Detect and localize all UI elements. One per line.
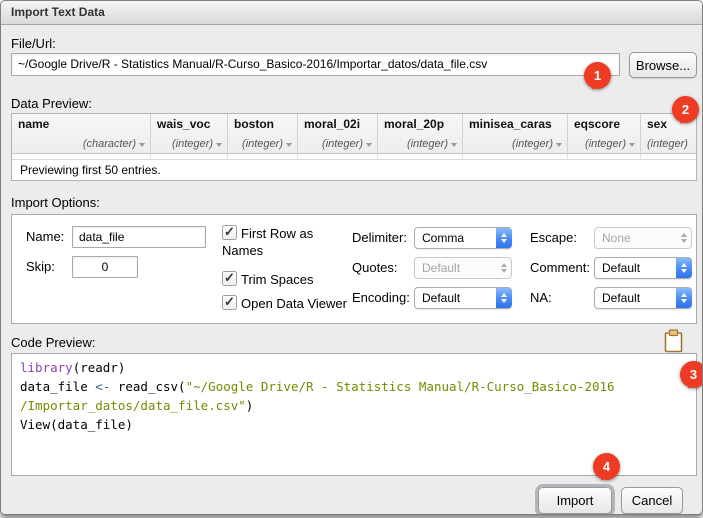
checkbox-first-row-as-names[interactable]: First Row as Names — [222, 223, 342, 259]
column-type-caret-icon[interactable] — [451, 143, 457, 147]
na-select[interactable]: Default — [594, 287, 692, 309]
column-type-caret-icon[interactable] — [556, 143, 562, 147]
code-line: library(readr) — [20, 360, 126, 375]
column-header-moral-20p[interactable]: moral_20p (integer) — [378, 114, 463, 153]
annotation-badge-1: 1 — [584, 62, 611, 89]
na-label: NA: — [530, 290, 552, 305]
select-stepper-icon — [676, 288, 692, 308]
select-stepper-icon — [496, 228, 512, 248]
encoding-label: Encoding: — [352, 290, 410, 305]
select-stepper-icon — [676, 258, 692, 278]
column-type-caret-icon[interactable] — [366, 143, 372, 147]
delimiter-select[interactable]: Comma — [414, 227, 512, 249]
escape-select[interactable]: None — [594, 227, 692, 249]
comment-select[interactable]: Default — [594, 257, 692, 279]
escape-label: Escape: — [530, 230, 577, 245]
checkbox-box[interactable] — [222, 269, 237, 286]
name-label: Name: — [26, 229, 65, 244]
skip-label: Skip: — [26, 259, 55, 274]
checkbox-box[interactable] — [222, 293, 237, 310]
code-line: /Importar_datos/data_file.csv") — [20, 398, 254, 413]
column-header-boston[interactable]: boston (integer) — [228, 114, 298, 153]
select-stepper-icon — [496, 288, 512, 308]
code-line: data_file <- read_csv("~/Google Drive/R … — [20, 379, 615, 394]
browse-button[interactable]: Browse... — [629, 52, 697, 78]
annotation-badge-2: 2 — [672, 96, 699, 123]
import-options-label: Import Options: — [11, 195, 100, 210]
column-header-wais-voc[interactable]: wais_voc (integer) — [151, 114, 228, 153]
select-stepper-icon — [496, 258, 512, 278]
code-line: View(data_file) — [20, 417, 133, 432]
annotation-badge-4: 4 — [593, 453, 620, 480]
import-button[interactable]: Import — [538, 487, 612, 514]
encoding-select[interactable]: Default — [414, 287, 512, 309]
column-type-caret-icon[interactable] — [216, 143, 222, 147]
data-preview-label: Data Preview: — [11, 96, 92, 111]
quotes-label: Quotes: — [352, 260, 398, 275]
preview-status-text: Previewing first 50 entries. — [12, 160, 696, 180]
titlebar: Import Text Data — [1, 1, 702, 25]
checkbox-open-data-viewer[interactable]: Open Data Viewer — [222, 293, 372, 312]
select-stepper-icon — [676, 228, 692, 248]
dialog-title: Import Text Data — [11, 5, 105, 19]
checkbox-box[interactable] — [222, 223, 237, 240]
name-input[interactable]: data_file — [72, 226, 206, 248]
data-preview-table: name (character) wais_voc (integer) bost… — [11, 113, 697, 181]
column-type-caret-icon[interactable] — [139, 143, 145, 147]
column-header-moral-02i[interactable]: moral_02i (integer) — [298, 114, 378, 153]
delimiter-label: Delimiter: — [352, 230, 407, 245]
column-type-caret-icon[interactable] — [286, 143, 292, 147]
table-header-row: name (character) wais_voc (integer) bost… — [12, 114, 696, 154]
file-url-input[interactable]: ~/Google Drive/R - Statistics Manual/R-C… — [11, 53, 620, 76]
comment-label: Comment: — [530, 260, 590, 275]
quotes-select[interactable]: Default — [414, 257, 512, 279]
column-header-name[interactable]: name (character) — [12, 114, 151, 153]
annotation-badge-3: 3 — [680, 361, 702, 388]
skip-input[interactable]: 0 — [72, 256, 138, 278]
import-text-data-dialog: Import Text Data File/Url: ~/Google Driv… — [0, 0, 703, 515]
file-url-label: File/Url: — [11, 36, 56, 51]
code-preview-box: library(readr) data_file <- read_csv("~/… — [11, 353, 697, 476]
cancel-button[interactable]: Cancel — [621, 487, 683, 514]
code-preview-label: Code Preview: — [11, 335, 96, 350]
column-type-caret-icon[interactable] — [629, 143, 635, 147]
checkbox-trim-spaces[interactable]: Trim Spaces — [222, 269, 362, 288]
column-header-minisea-caras[interactable]: minisea_caras (integer) — [463, 114, 568, 153]
column-header-eqscore[interactable]: eqscore (integer) — [568, 114, 641, 153]
import-options-box: Name: data_file Skip: 0 First Row as Nam… — [11, 214, 697, 324]
